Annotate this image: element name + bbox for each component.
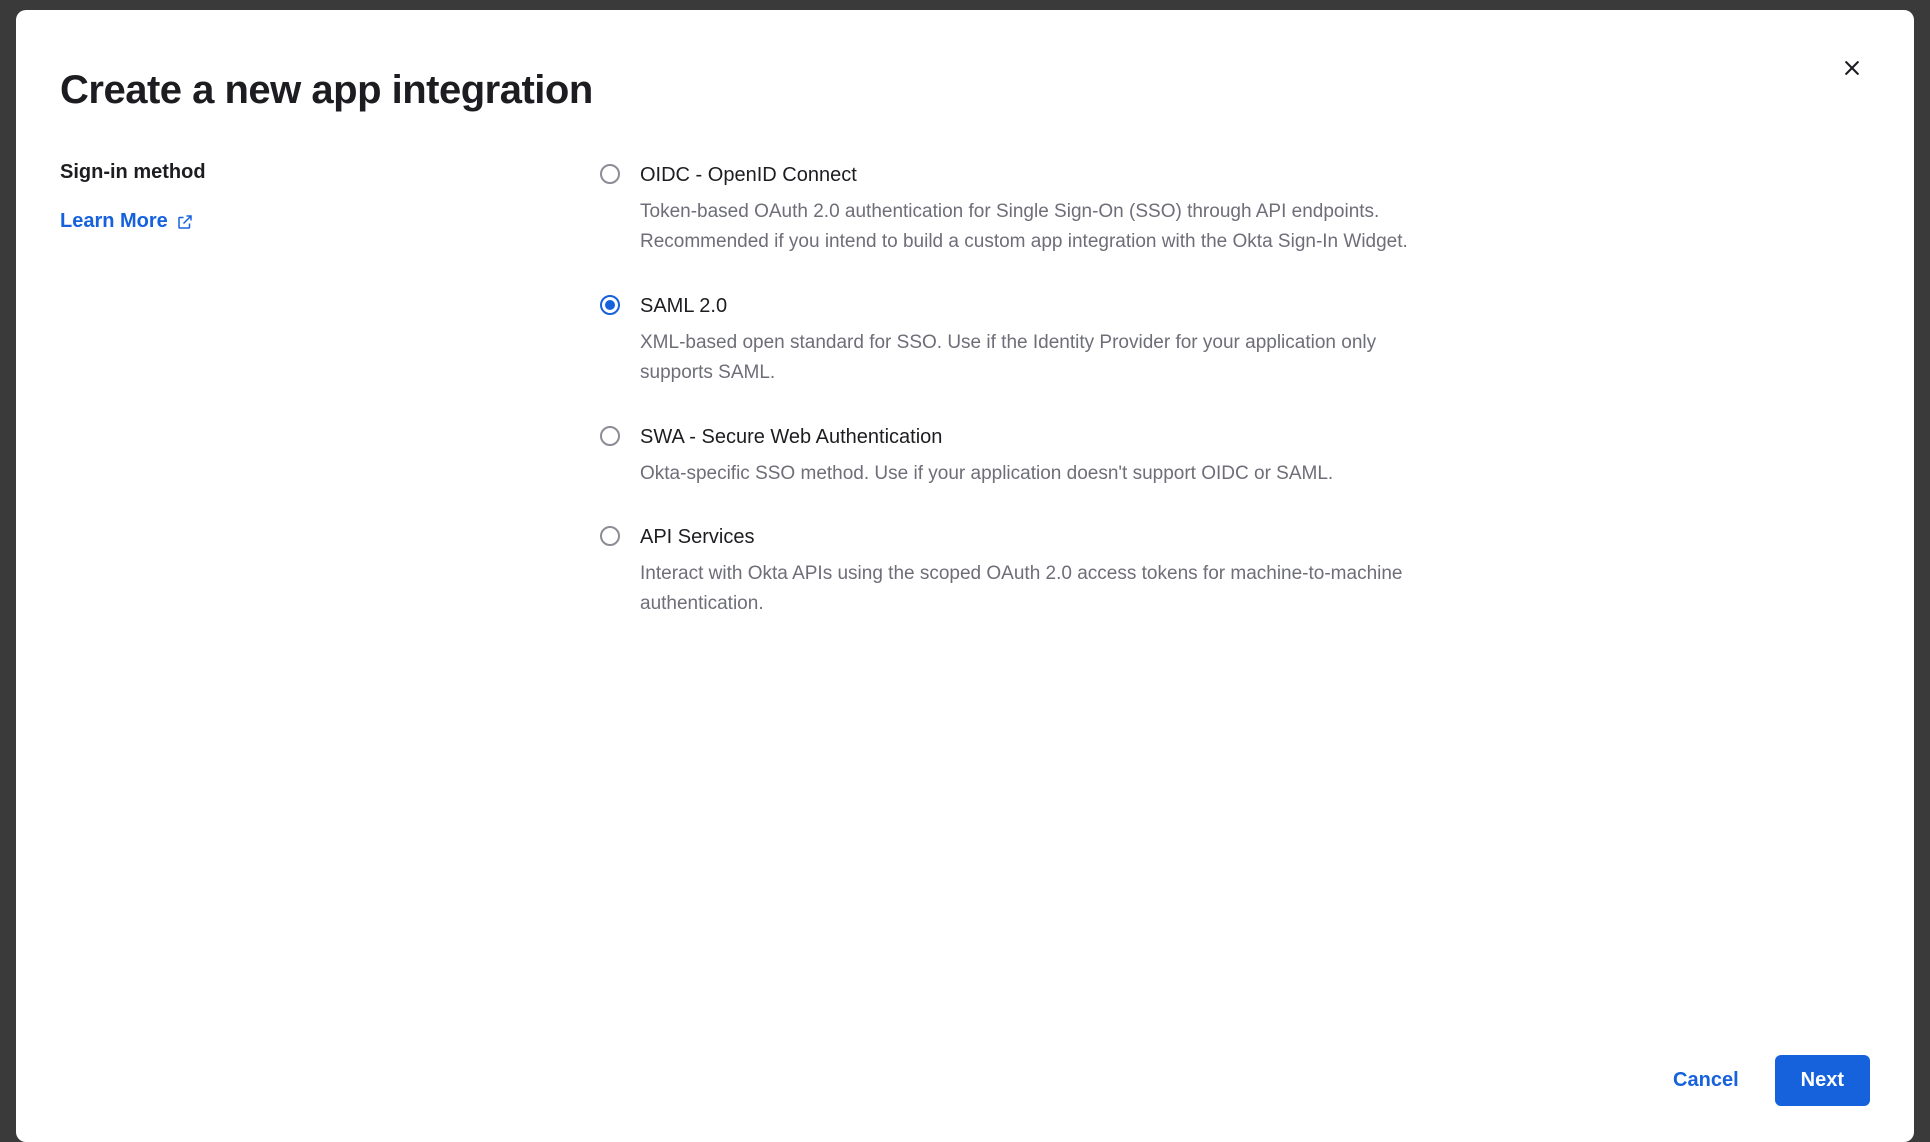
- radio-api-services[interactable]: [600, 526, 620, 546]
- option-title: API Services: [640, 523, 1420, 551]
- option-oidc[interactable]: OIDC - OpenID Connect Token-based OAuth …: [600, 161, 1420, 258]
- create-app-integration-modal: Create a new app integration Sign-in met…: [16, 10, 1914, 1142]
- left-column: Sign-in method Learn More: [60, 161, 560, 620]
- option-title: SAML 2.0: [640, 292, 1420, 320]
- close-icon: [1842, 58, 1862, 78]
- radio-swa[interactable]: [600, 426, 620, 446]
- modal-backdrop: Create a new app integration Sign-in met…: [0, 0, 1930, 1142]
- option-swa[interactable]: SWA - Secure Web Authentication Okta-spe…: [600, 423, 1420, 489]
- radio-saml[interactable]: [600, 295, 620, 315]
- learn-more-link[interactable]: Learn More: [60, 210, 194, 233]
- option-description: XML-based open standard for SSO. Use if …: [640, 328, 1420, 389]
- section-label: Sign-in method: [60, 161, 560, 184]
- option-text: SAML 2.0 XML-based open standard for SSO…: [640, 292, 1420, 389]
- radio-oidc[interactable]: [600, 164, 620, 184]
- option-title: OIDC - OpenID Connect: [640, 161, 1420, 189]
- learn-more-text: Learn More: [60, 210, 168, 233]
- option-title: SWA - Secure Web Authentication: [640, 423, 1420, 451]
- modal-footer: Cancel Next: [1665, 1055, 1870, 1106]
- option-saml[interactable]: SAML 2.0 XML-based open standard for SSO…: [600, 292, 1420, 389]
- option-description: Okta-specific SSO method. Use if your ap…: [640, 459, 1420, 489]
- option-text: SWA - Secure Web Authentication Okta-spe…: [640, 423, 1420, 489]
- modal-title: Create a new app integration: [60, 68, 1870, 113]
- close-button[interactable]: [1834, 50, 1870, 86]
- external-link-icon: [176, 213, 194, 231]
- option-api-services[interactable]: API Services Interact with Okta APIs usi…: [600, 523, 1420, 620]
- option-text: API Services Interact with Okta APIs usi…: [640, 523, 1420, 620]
- modal-body: Sign-in method Learn More OIDC - OpenID …: [60, 161, 1870, 620]
- option-text: OIDC - OpenID Connect Token-based OAuth …: [640, 161, 1420, 258]
- signin-method-options: OIDC - OpenID Connect Token-based OAuth …: [600, 161, 1420, 620]
- next-button[interactable]: Next: [1775, 1055, 1870, 1106]
- option-description: Interact with Okta APIs using the scoped…: [640, 559, 1420, 620]
- option-description: Token-based OAuth 2.0 authentication for…: [640, 197, 1420, 258]
- cancel-button[interactable]: Cancel: [1665, 1057, 1747, 1104]
